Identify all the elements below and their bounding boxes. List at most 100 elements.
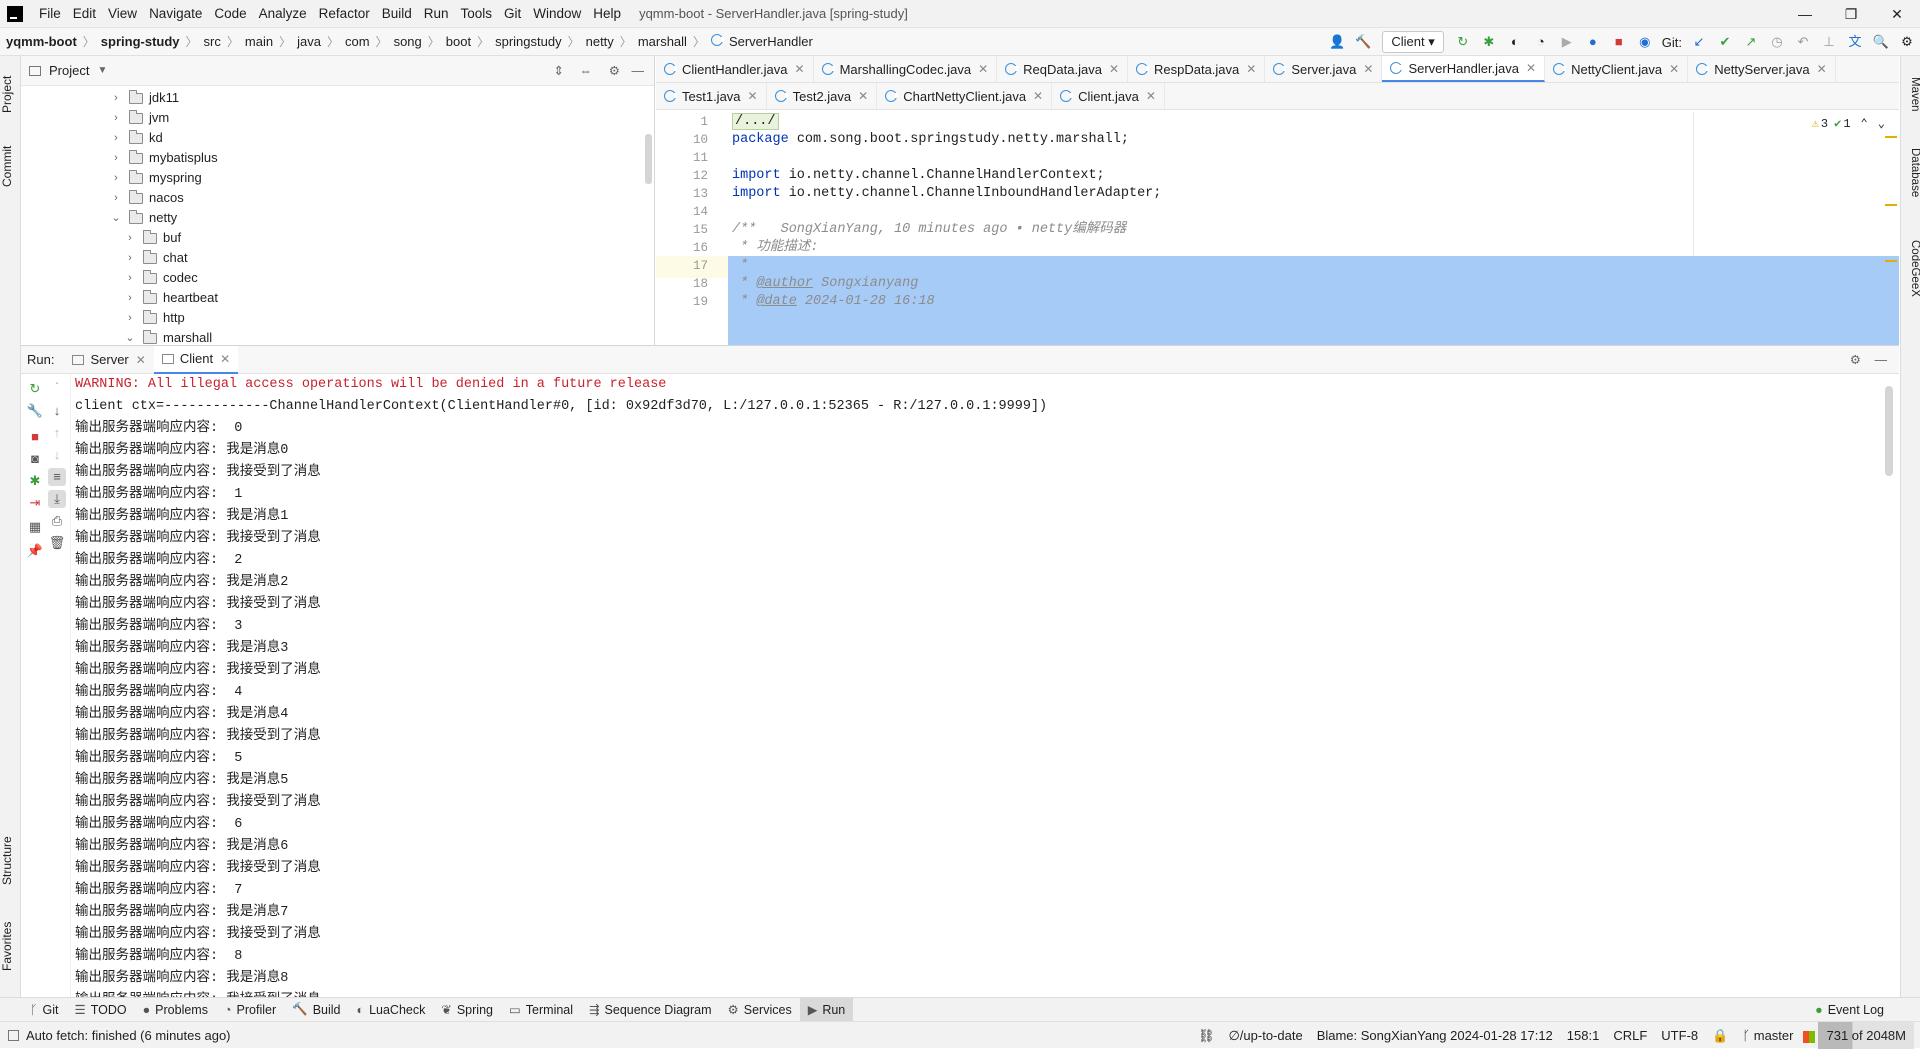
tree-item[interactable]: › codec — [123, 268, 198, 288]
close-tab-icon[interactable]: ✕ — [136, 353, 146, 367]
breadcrumb-item[interactable]: netty — [580, 28, 620, 56]
project-scrollbar[interactable] — [645, 134, 652, 184]
breadcrumb-item[interactable]: marshall — [632, 28, 693, 56]
tree-item[interactable]: › buf — [123, 228, 181, 248]
menu-git[interactable]: Git — [498, 0, 527, 28]
plugin-icon[interactable]: ◉ — [1634, 31, 1656, 53]
maximize-button[interactable]: ❐ — [1828, 0, 1874, 28]
tool-problems[interactable]: ● Problems — [135, 998, 216, 1022]
tree-item[interactable]: › chat — [123, 248, 188, 268]
lock-icon[interactable]: 🔒 — [1705, 1022, 1735, 1049]
hide-panel-icon[interactable]: — — [632, 64, 645, 78]
editor-tab[interactable]: Test2.java ✕ — [767, 83, 878, 109]
status-message[interactable]: Auto fetch: finished (6 minutes ago) — [19, 1022, 238, 1049]
menu-help[interactable]: Help — [587, 0, 627, 28]
chevron-down-icon[interactable]: ⌄ — [123, 328, 137, 345]
settings-gear-icon[interactable]: ⚙ — [609, 63, 620, 78]
warning-marker[interactable] — [1885, 260, 1897, 262]
close-tab-icon[interactable]: ✕ — [748, 89, 758, 103]
minimize-button[interactable]: — — [1782, 0, 1828, 28]
stop-icon[interactable]: ■ — [26, 428, 44, 446]
settings-gear-icon[interactable]: ⚙ — [1896, 31, 1918, 53]
close-tab-icon[interactable]: ✕ — [978, 62, 988, 76]
close-tab-icon[interactable]: ✕ — [1669, 62, 1679, 76]
side-tab-codegeex[interactable]: CodeGeeX — [1901, 228, 1920, 308]
menu-tools[interactable]: Tools — [455, 0, 499, 28]
rerun-icon[interactable]: ↻ — [1452, 31, 1474, 53]
tree-item[interactable]: ⌄ marshall — [123, 328, 212, 345]
profile-icon[interactable]: ◔ — [1530, 31, 1552, 53]
run-icon[interactable]: ▶ — [1556, 31, 1578, 53]
editor-tab[interactable]: ReqData.java ✕ — [997, 56, 1128, 82]
menu-analyze[interactable]: Analyze — [253, 0, 313, 28]
editor-tab[interactable]: ServerHandler.java ✕ — [1382, 56, 1546, 82]
git-branch[interactable]: ᚴ master — [1735, 1022, 1800, 1049]
tool-sequence-diagram[interactable]: ⇶ Sequence Diagram — [581, 998, 720, 1022]
breadcrumb-item[interactable]: spring-study — [95, 28, 186, 56]
editor-tab[interactable]: Server.java ✕ — [1265, 56, 1383, 82]
more-icon[interactable]: · — [48, 374, 66, 392]
inspections-widget[interactable]: ⚠ 3 ✔ 1 ⌃ ⌄ — [1812, 116, 1885, 132]
line-number[interactable]: 19 — [656, 293, 708, 311]
tool-profiler[interactable]: ◔ Profiler — [216, 998, 284, 1022]
up-arrow-icon[interactable]: ↑ — [48, 424, 66, 442]
chevron-right-icon[interactable]: › — [123, 288, 137, 308]
line-number[interactable]: 16 — [656, 239, 708, 257]
close-tab-icon[interactable]: ✕ — [1526, 61, 1536, 75]
close-tab-icon[interactable]: ✕ — [1817, 62, 1827, 76]
close-tab-icon[interactable]: ✕ — [220, 352, 230, 366]
exit-icon[interactable]: ⇥ — [26, 494, 44, 512]
tool-todo[interactable]: ☰ TODO — [67, 998, 135, 1022]
side-tab-project[interactable]: Project — [0, 64, 21, 124]
tree-item[interactable]: › nacos — [109, 188, 184, 208]
warning-marker[interactable] — [1885, 136, 1897, 138]
editor-tab[interactable]: NettyClient.java ✕ — [1545, 56, 1689, 82]
tree-item[interactable]: › myspring — [109, 168, 202, 188]
breadcrumb-item[interactable]: song — [388, 28, 428, 56]
breadcrumb-item[interactable]: src — [198, 28, 227, 56]
menu-code[interactable]: Code — [208, 0, 252, 28]
tree-item[interactable]: › http — [123, 308, 185, 328]
layout-icon[interactable]: ▦ — [26, 518, 44, 536]
breadcrumb-item[interactable]: springstudy — [489, 28, 567, 56]
tree-item[interactable]: ⌄ netty — [109, 208, 177, 228]
menu-refactor[interactable]: Refactor — [313, 0, 376, 28]
run-tab[interactable]: Server ✕ — [64, 346, 153, 374]
editor-tab[interactable]: RespData.java ✕ — [1128, 56, 1266, 82]
scroll-to-end-icon[interactable]: ⤓ — [48, 490, 66, 508]
rerun-icon[interactable]: ↻ — [26, 380, 44, 398]
tool-spring[interactable]: ❦ Spring — [433, 998, 501, 1022]
blame-info[interactable]: Blame: SongXianYang 2024-01-28 17:12 — [1310, 1022, 1560, 1049]
line-number[interactable]: 12 — [656, 167, 708, 185]
camera-icon[interactable]: ◙ — [26, 450, 44, 468]
folded-region[interactable]: /.../ — [732, 113, 779, 130]
editor-tab[interactable]: NettyServer.java ✕ — [1688, 56, 1836, 82]
tool-build[interactable]: 🔨 Build — [284, 998, 348, 1022]
soft-wrap-icon[interactable]: ≡ — [48, 468, 66, 486]
tool-services[interactable]: ⚙ Services — [720, 998, 800, 1022]
caret-position[interactable]: 158:1 — [1560, 1022, 1607, 1049]
translate-icon[interactable]: 文 — [1844, 31, 1866, 53]
history-icon[interactable]: ◷ — [1766, 31, 1788, 53]
side-tab-maven[interactable]: Maven — [1901, 64, 1920, 124]
event-log-button[interactable]: ● Event Log — [1807, 998, 1892, 1022]
breadcrumb-item[interactable]: main — [239, 28, 279, 56]
chevron-right-icon[interactable]: › — [109, 188, 123, 208]
tool-git[interactable]: ᚴ Git — [22, 998, 67, 1022]
menu-file[interactable]: File — [33, 0, 67, 28]
git-push-icon[interactable]: ↗ — [1740, 31, 1762, 53]
warning-marker[interactable] — [1885, 204, 1897, 206]
settings-gear-icon[interactable]: ⚙ — [1850, 352, 1861, 367]
chevron-down-icon[interactable]: ⌄ — [109, 208, 123, 228]
expand-all-icon[interactable]: ⇕ — [554, 63, 564, 78]
side-tab-database[interactable]: Database — [1901, 138, 1920, 208]
tool-run[interactable]: ▶ Run — [799, 997, 854, 1022]
vcs-status[interactable]: ∅/up-to-date — [1221, 1022, 1309, 1049]
structure-icon[interactable]: ⊥ — [1818, 31, 1840, 53]
file-encoding[interactable]: UTF-8 — [1654, 1022, 1705, 1049]
git-update-icon[interactable]: ↙ — [1688, 31, 1710, 53]
close-tab-icon[interactable]: ✕ — [1109, 62, 1119, 76]
coverage-icon[interactable]: ◐ — [1504, 31, 1526, 53]
search-icon[interactable]: 🔍 — [1870, 31, 1892, 53]
pin-icon[interactable]: 📌 — [26, 542, 44, 560]
